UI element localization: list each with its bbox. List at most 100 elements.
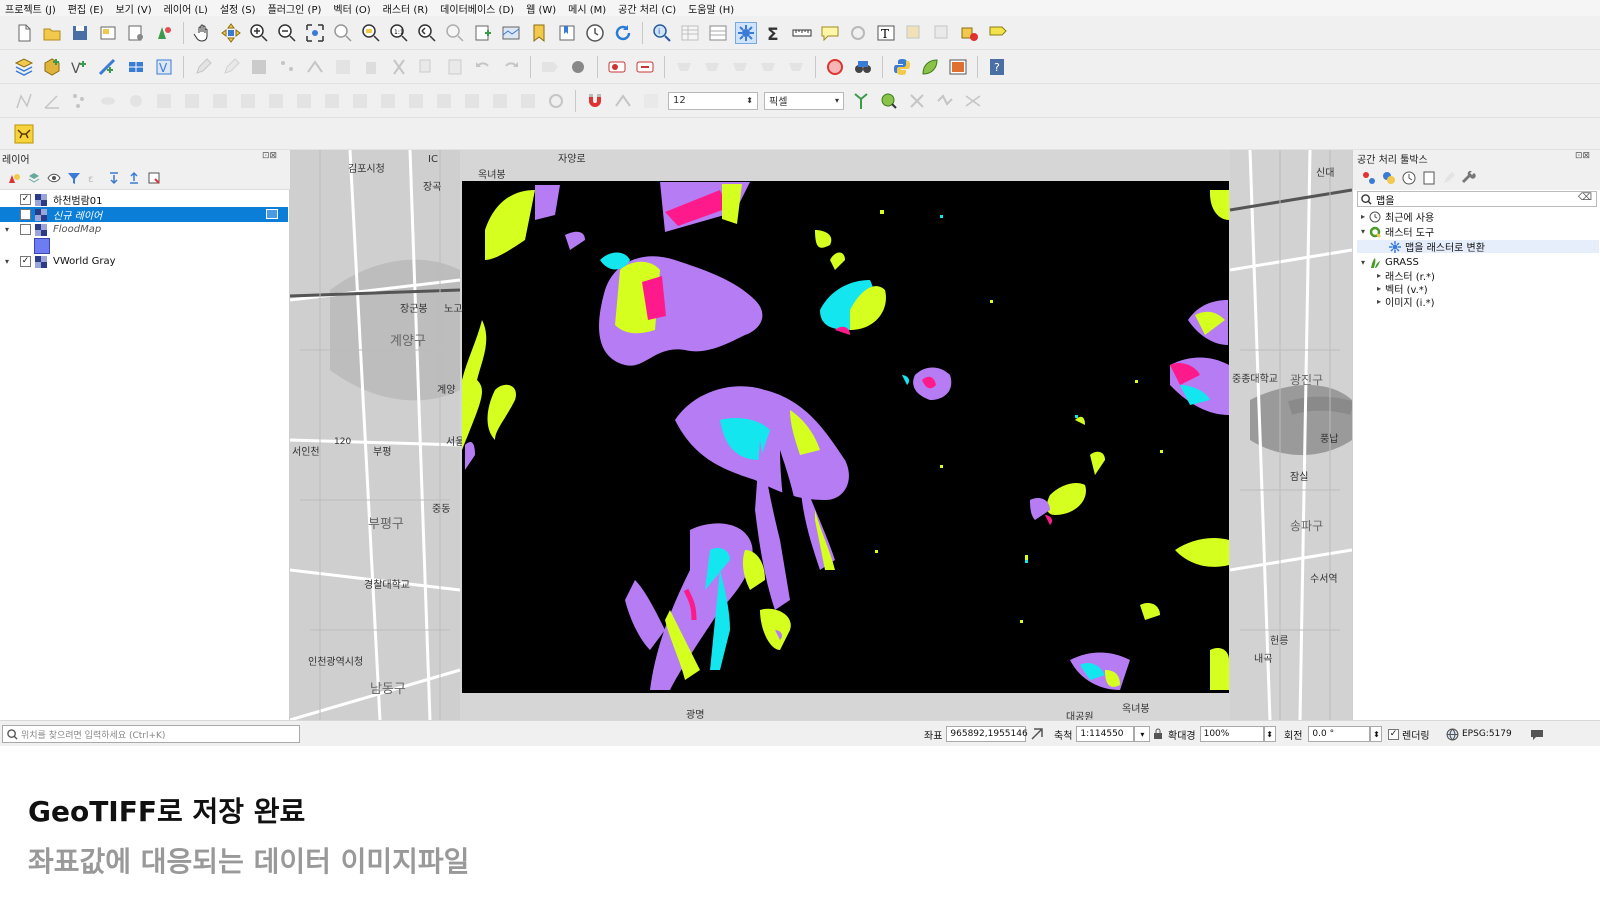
plugin-leaf-icon[interactable] <box>919 56 941 78</box>
vertex-tool-icon[interactable] <box>304 56 326 78</box>
bookmark-icon[interactable] <box>528 22 550 44</box>
menu-settings[interactable]: 설정 (S) <box>215 1 263 16</box>
digitize-part-icon[interactable] <box>153 90 175 112</box>
deselect-icon[interactable] <box>931 22 953 44</box>
snap-unit-select[interactable]: 픽셀 ▾ <box>764 91 844 110</box>
layer-checkbox[interactable] <box>20 224 31 235</box>
remove-layer-icon[interactable] <box>146 170 162 186</box>
tree-item-raster-tools[interactable]: ▾ 래스터 도구 <box>1357 225 1434 239</box>
digitize-scale-icon[interactable] <box>405 90 427 112</box>
snap-vertex-icon[interactable] <box>612 90 634 112</box>
select-features-icon[interactable] <box>903 22 925 44</box>
new-map-view-icon[interactable] <box>500 22 522 44</box>
plugin-image-icon[interactable] <box>947 56 969 78</box>
history-icon[interactable] <box>1401 170 1417 186</box>
menu-mesh[interactable]: 메시 (M) <box>563 1 613 16</box>
zoom-full-icon[interactable] <box>304 22 326 44</box>
layer-row-new[interactable]: 신규 레이어 <box>0 207 288 222</box>
cut-features-icon[interactable] <box>388 56 410 78</box>
save-edits-icon[interactable] <box>248 56 270 78</box>
menu-layer[interactable]: 레이어 (L) <box>159 1 215 16</box>
plugin-sun-icon[interactable] <box>824 56 846 78</box>
tree-item-map-to-raster[interactable]: 맵을 래스터로 변환 <box>1357 240 1599 254</box>
sum-icon[interactable]: Σ <box>763 22 785 44</box>
visibility-eye-icon[interactable] <box>46 170 62 186</box>
digitize-line-icon[interactable] <box>13 90 35 112</box>
tree-expand-icon[interactable]: ▸ <box>1373 284 1385 293</box>
snapping-magnet-icon[interactable] <box>584 90 606 112</box>
snap-topology-icon[interactable] <box>850 90 872 112</box>
advanced-digitize-2-icon[interactable] <box>701 56 723 78</box>
rotation-stepper[interactable]: ⬍ <box>1370 726 1383 742</box>
rotation-field[interactable]: 0.0 ° <box>1308 726 1371 742</box>
pan-hand-icon[interactable] <box>192 22 214 44</box>
snap-tolerance-input[interactable]: 12 ⬍ <box>668 91 758 110</box>
menu-view[interactable]: 보기 (V) <box>110 1 158 16</box>
tree-item-grass-imagery[interactable]: ▸ 이미지 (i.*) <box>1373 295 1435 309</box>
digitize-split-icon[interactable] <box>237 90 259 112</box>
layer-checkbox[interactable]: ✓ <box>20 256 31 267</box>
style-manager-icon[interactable] <box>153 22 175 44</box>
layer-collapse-icon[interactable]: ▾ <box>0 225 14 234</box>
snap-segment-icon[interactable] <box>640 90 662 112</box>
layer-row-floodmap[interactable]: ▾ FloodMap <box>0 222 288 237</box>
digitize-add-ring-icon[interactable] <box>349 90 371 112</box>
refresh-icon[interactable] <box>612 22 634 44</box>
digitize-reshape-icon[interactable] <box>181 90 203 112</box>
layers-panel-controls[interactable]: ⊡⊠ <box>262 151 277 161</box>
add-group-icon[interactable] <box>26 170 42 186</box>
decorations-icon[interactable] <box>847 22 869 44</box>
zoom-next-icon[interactable] <box>444 22 466 44</box>
digitize-delete-ring-icon[interactable] <box>433 90 455 112</box>
current-edits-icon[interactable] <box>220 56 242 78</box>
zoom-selection-icon[interactable] <box>332 22 354 44</box>
label-tool-icon[interactable] <box>567 56 589 78</box>
map-tips-icon[interactable] <box>819 22 841 44</box>
pan-to-selection-icon[interactable] <box>220 22 242 44</box>
text-annotation-icon[interactable]: T <box>875 22 897 44</box>
menu-web[interactable]: 웹 (W) <box>521 1 563 16</box>
add-point-icon[interactable] <box>276 56 298 78</box>
zoom-last-icon[interactable] <box>416 22 438 44</box>
redo-icon[interactable] <box>500 56 522 78</box>
digitize-points-icon[interactable] <box>69 90 91 112</box>
layer-row-vworld[interactable]: ▾ ✓ VWorld Gray <box>0 254 288 269</box>
collapse-all-icon[interactable] <box>126 170 142 186</box>
digitize-delete-part-icon[interactable] <box>461 90 483 112</box>
magnifier-field[interactable]: 100% <box>1199 726 1264 742</box>
modify-attributes-icon[interactable] <box>332 56 354 78</box>
deselect-all-icon[interactable] <box>959 22 981 44</box>
tree-expand-icon[interactable]: ▸ <box>1357 212 1369 221</box>
digitize-simplify-icon[interactable] <box>293 90 315 112</box>
copy-features-icon[interactable] <box>416 56 438 78</box>
advanced-digitize-1-icon[interactable] <box>673 56 695 78</box>
advanced-digitize-3-icon[interactable] <box>729 56 751 78</box>
snap-intersection-icon[interactable] <box>878 90 900 112</box>
measure-icon[interactable] <box>791 22 813 44</box>
layout-icon[interactable] <box>97 22 119 44</box>
new-shapefile-icon[interactable] <box>97 56 119 78</box>
processing-panel-controls[interactable]: ⊡⊠ <box>1575 151 1590 161</box>
clear-search-icon[interactable]: ⌫ <box>1578 192 1592 203</box>
layer-row-flood01[interactable]: ✓ 하천범람01 <box>0 192 288 207</box>
expression-filter-icon[interactable]: ε <box>86 170 102 186</box>
tree-expand-icon[interactable]: ▸ <box>1373 297 1385 306</box>
layer-checkbox[interactable] <box>20 209 31 220</box>
menu-edit[interactable]: 편집 (E) <box>63 1 111 16</box>
python-console-icon[interactable] <box>891 56 913 78</box>
open-project-icon[interactable] <box>41 22 63 44</box>
scripts-python-icon[interactable] <box>1381 170 1397 186</box>
coordinate-field[interactable]: 965892,1955146 <box>946 726 1028 742</box>
add-vector-layer-icon[interactable]: V <box>69 56 91 78</box>
new-project-icon[interactable] <box>13 22 35 44</box>
menu-help[interactable]: 도움말 (H) <box>683 1 741 16</box>
attribute-table-icon[interactable] <box>679 22 701 44</box>
digitize-red-icon[interactable] <box>606 56 628 78</box>
new-bookmark-icon[interactable] <box>472 22 494 44</box>
zoom-native-icon[interactable]: 1:1 <box>388 22 410 44</box>
add-geopackage-icon[interactable] <box>41 56 63 78</box>
results-icon[interactable] <box>1421 170 1437 186</box>
show-bookmarks-icon[interactable] <box>556 22 578 44</box>
layer-style-icon[interactable] <box>6 170 22 186</box>
digitize-rotate-icon[interactable] <box>321 90 343 112</box>
